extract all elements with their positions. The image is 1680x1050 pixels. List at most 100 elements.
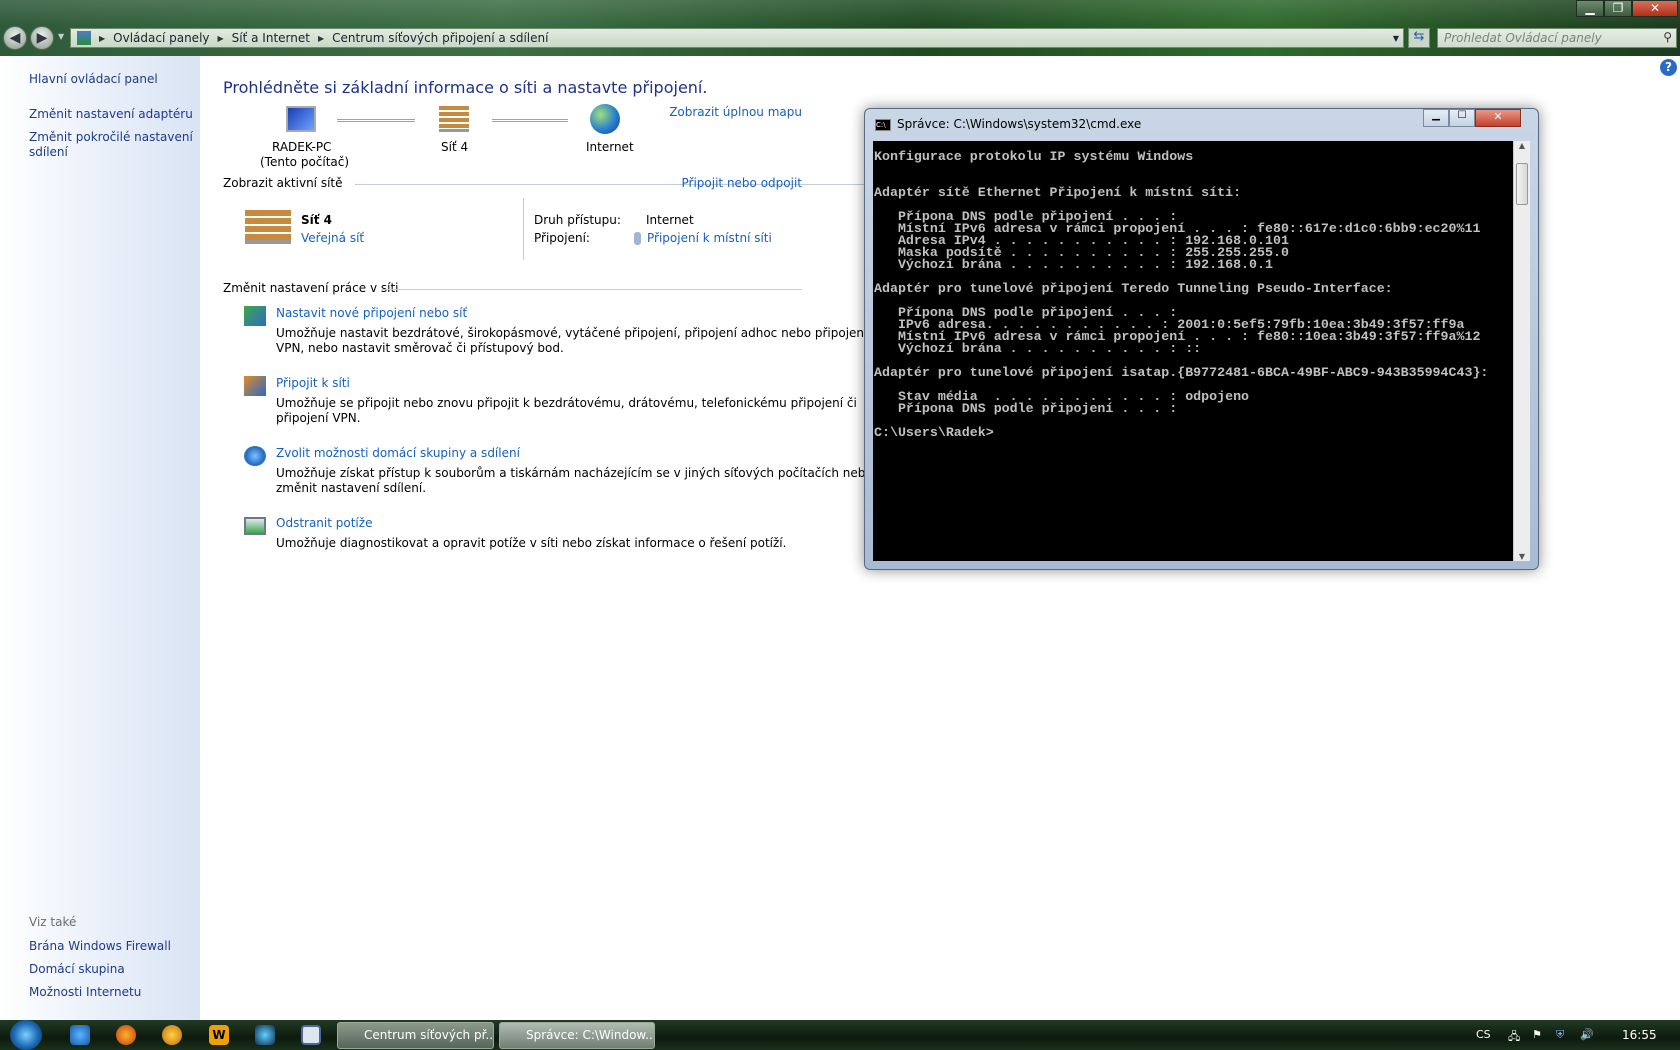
network-cable-icon bbox=[634, 232, 641, 245]
forward-button[interactable]: ▶ bbox=[30, 26, 54, 50]
network-type-link[interactable]: Veřejná síť bbox=[301, 231, 364, 245]
action-center-flag-icon[interactable]: ⚑ bbox=[1532, 1028, 1542, 1041]
refresh-button[interactable]: ⇆ bbox=[1408, 28, 1430, 48]
new-connection-icon bbox=[244, 306, 266, 326]
cmd-output: Konfigurace protokolu IP systému Windows… bbox=[873, 141, 1513, 439]
breadcrumb-separator-icon[interactable]: ▶ bbox=[218, 34, 224, 43]
control-panel-icon bbox=[77, 31, 91, 45]
task-desc: změnit nastavení sdílení. bbox=[276, 481, 427, 495]
breadcrumb-network-internet[interactable]: Síť a Internet bbox=[232, 31, 310, 45]
map-connection-line bbox=[337, 119, 415, 122]
start-button[interactable] bbox=[10, 1020, 42, 1050]
minimize-button[interactable]: ▁ bbox=[1576, 0, 1604, 17]
local-connection-link[interactable]: Připojení k místní síti bbox=[647, 231, 772, 245]
address-bar[interactable]: ▶ Ovládací panely ▶ Síť a Internet ▶ Cen… bbox=[70, 28, 1404, 48]
recent-pages-dropdown[interactable]: ▼ bbox=[58, 32, 64, 41]
task-desc: připojení VPN. bbox=[276, 411, 361, 425]
access-type-value: Internet bbox=[646, 213, 694, 227]
settings-icon[interactable] bbox=[301, 1025, 321, 1045]
scroll-thumb[interactable] bbox=[1516, 163, 1528, 205]
sidebar-item-control-panel-home[interactable]: Hlavní ovládací panel bbox=[29, 72, 158, 87]
search-input[interactable]: Prohledat Ovládací panely ⚲ bbox=[1437, 28, 1677, 48]
computer-sub: (Tento počítač) bbox=[260, 155, 350, 169]
see-also-heading: Viz také bbox=[29, 915, 77, 929]
task-desc: Umožňuje diagnostikovat a opravit potíže… bbox=[276, 536, 787, 550]
access-type-label: Druh přístupu: bbox=[534, 213, 621, 227]
cmd-console[interactable]: Konfigurace protokolu IP systému Windows… bbox=[873, 141, 1513, 561]
see-also-homegroup[interactable]: Domácí skupina bbox=[29, 962, 125, 977]
cmd-line: Konfigurace protokolu IP systému Windows bbox=[874, 149, 1194, 164]
change-settings-heading: Změnit nastavení práce v síti bbox=[223, 281, 399, 295]
computer-icon[interactable] bbox=[286, 106, 316, 132]
cmd-maximize-button[interactable]: ☐ bbox=[1449, 109, 1475, 127]
task-desc: Umožňuje získat přístup k souborům a tis… bbox=[276, 466, 873, 480]
cmd-minimize-button[interactable]: ▁ bbox=[1423, 109, 1449, 127]
page-title: Prohlédněte si základní informace o síti… bbox=[223, 78, 708, 97]
task-desc: VPN, nebo nastavit směrovač či přístupov… bbox=[276, 341, 564, 355]
map-connection-line bbox=[492, 119, 568, 122]
see-also-firewall[interactable]: Brána Windows Firewall bbox=[29, 939, 171, 954]
firefox-icon[interactable] bbox=[116, 1025, 136, 1045]
task-title[interactable]: Připojit k síti bbox=[276, 376, 350, 390]
task-title[interactable]: Nastavit nové připojení nebo síť bbox=[276, 306, 467, 320]
antivirus-shield-icon[interactable]: ⛨ bbox=[1556, 1028, 1564, 1042]
active-network-name: Síť 4 bbox=[301, 213, 333, 227]
bench-network-icon[interactable] bbox=[439, 106, 469, 132]
globe-internet-icon[interactable] bbox=[590, 104, 620, 134]
breadcrumb-network-center[interactable]: Centrum síťových připojení a sdílení bbox=[332, 31, 548, 45]
clock[interactable]: 16:55 bbox=[1622, 1028, 1657, 1042]
address-dropdown-icon[interactable]: ▼ bbox=[1393, 34, 1399, 43]
winamp-icon[interactable]: W bbox=[209, 1025, 229, 1045]
sidebar-item-advanced-sharing[interactable]: Změnit pokročilé nastavení bbox=[29, 130, 193, 145]
divider bbox=[523, 198, 524, 260]
active-networks-heading: Zobrazit aktivní sítě bbox=[223, 176, 343, 190]
app-icon[interactable] bbox=[255, 1025, 275, 1045]
cmd-window[interactable]: C:\ Správce: C:\Windows\system32\cmd.exe… bbox=[864, 108, 1539, 570]
cmd-line: Adaptér pro tunelové připojení isatap.{B… bbox=[874, 365, 1489, 380]
network-tray-icon[interactable]: 🖧 bbox=[1508, 1028, 1520, 1047]
close-button[interactable]: ✕ bbox=[1632, 0, 1678, 17]
scroll-up-icon[interactable]: ▲ bbox=[1514, 141, 1530, 150]
task-desc: Umožňuje se připojit nebo znovu připojit… bbox=[276, 396, 857, 410]
breadcrumb-control-panel[interactable]: Ovládací panely bbox=[113, 31, 209, 45]
see-also-internet-options[interactable]: Možnosti Internetu bbox=[29, 985, 141, 1000]
cmd-line bbox=[874, 163, 1513, 175]
troubleshoot-icon bbox=[244, 517, 266, 535]
homegroup-icon bbox=[244, 446, 266, 466]
full-map-link[interactable]: Zobrazit úplnou mapu bbox=[669, 105, 802, 119]
cmd-line: Adaptér sítě Ethernet Připojení k místní… bbox=[874, 185, 1242, 200]
task-title[interactable]: Odstranit potíže bbox=[276, 516, 372, 530]
taskbar-network-center[interactable]: Centrum síťových př... bbox=[337, 1022, 494, 1049]
task-title[interactable]: Zvolit možnosti domácí skupiny a sdílení bbox=[276, 446, 520, 460]
sidebar-item-advanced-sharing-cont[interactable]: sdílení bbox=[29, 145, 68, 160]
divider bbox=[355, 184, 890, 185]
language-indicator[interactable]: CS bbox=[1476, 1028, 1491, 1041]
cmd-line: Přípona DNS podle připojení . . . : bbox=[874, 401, 1178, 416]
cmd-close-button[interactable]: ✕ bbox=[1475, 109, 1521, 127]
help-icon[interactable]: ? bbox=[1660, 59, 1677, 76]
cmd-line: C:\Users\Radek> bbox=[874, 425, 994, 440]
cmd-line: Výchozí brána . . . . . . . . . . : :: bbox=[874, 341, 1202, 356]
volume-icon[interactable]: 🔊 bbox=[1580, 1028, 1594, 1041]
cmd-line: Výchozí brána . . . . . . . . . . : 192.… bbox=[874, 257, 1273, 272]
internet-explorer-icon[interactable] bbox=[70, 1025, 90, 1045]
cmd-line: Adaptér pro tunelové připojení Teredo Tu… bbox=[874, 281, 1393, 296]
scroll-down-icon[interactable]: ▼ bbox=[1514, 552, 1530, 561]
cmd-scrollbar[interactable]: ▲ ▼ bbox=[1513, 141, 1530, 561]
taskbar: W Centrum síťových př... Správce: C:\Win… bbox=[0, 1020, 1680, 1050]
cmd-icon: C:\ bbox=[875, 119, 891, 131]
restore-button[interactable]: ❐ bbox=[1604, 0, 1632, 17]
breadcrumb-separator-icon[interactable]: ▶ bbox=[99, 34, 105, 43]
bench-network-icon bbox=[245, 210, 291, 244]
connect-disconnect-link[interactable]: Připojit nebo odpojit bbox=[682, 176, 803, 190]
cmd-title: Správce: C:\Windows\system32\cmd.exe bbox=[897, 117, 1142, 131]
task-desc: Umožňuje nastavit bezdrátové, širokopásm… bbox=[276, 326, 868, 340]
breadcrumb-separator-icon[interactable]: ▶ bbox=[318, 34, 324, 43]
sidebar-item-adapter-settings[interactable]: Změnit nastavení adaptéru bbox=[29, 107, 193, 122]
search-icon[interactable]: ⚲ bbox=[1663, 30, 1672, 44]
taskbar-cmd[interactable]: Správce: C:\Window... bbox=[499, 1022, 655, 1049]
app-icon[interactable] bbox=[162, 1025, 182, 1045]
connection-label: Připojení: bbox=[534, 231, 590, 245]
back-button[interactable]: ◀ bbox=[3, 26, 27, 50]
computer-name: RADEK-PC bbox=[272, 140, 332, 154]
